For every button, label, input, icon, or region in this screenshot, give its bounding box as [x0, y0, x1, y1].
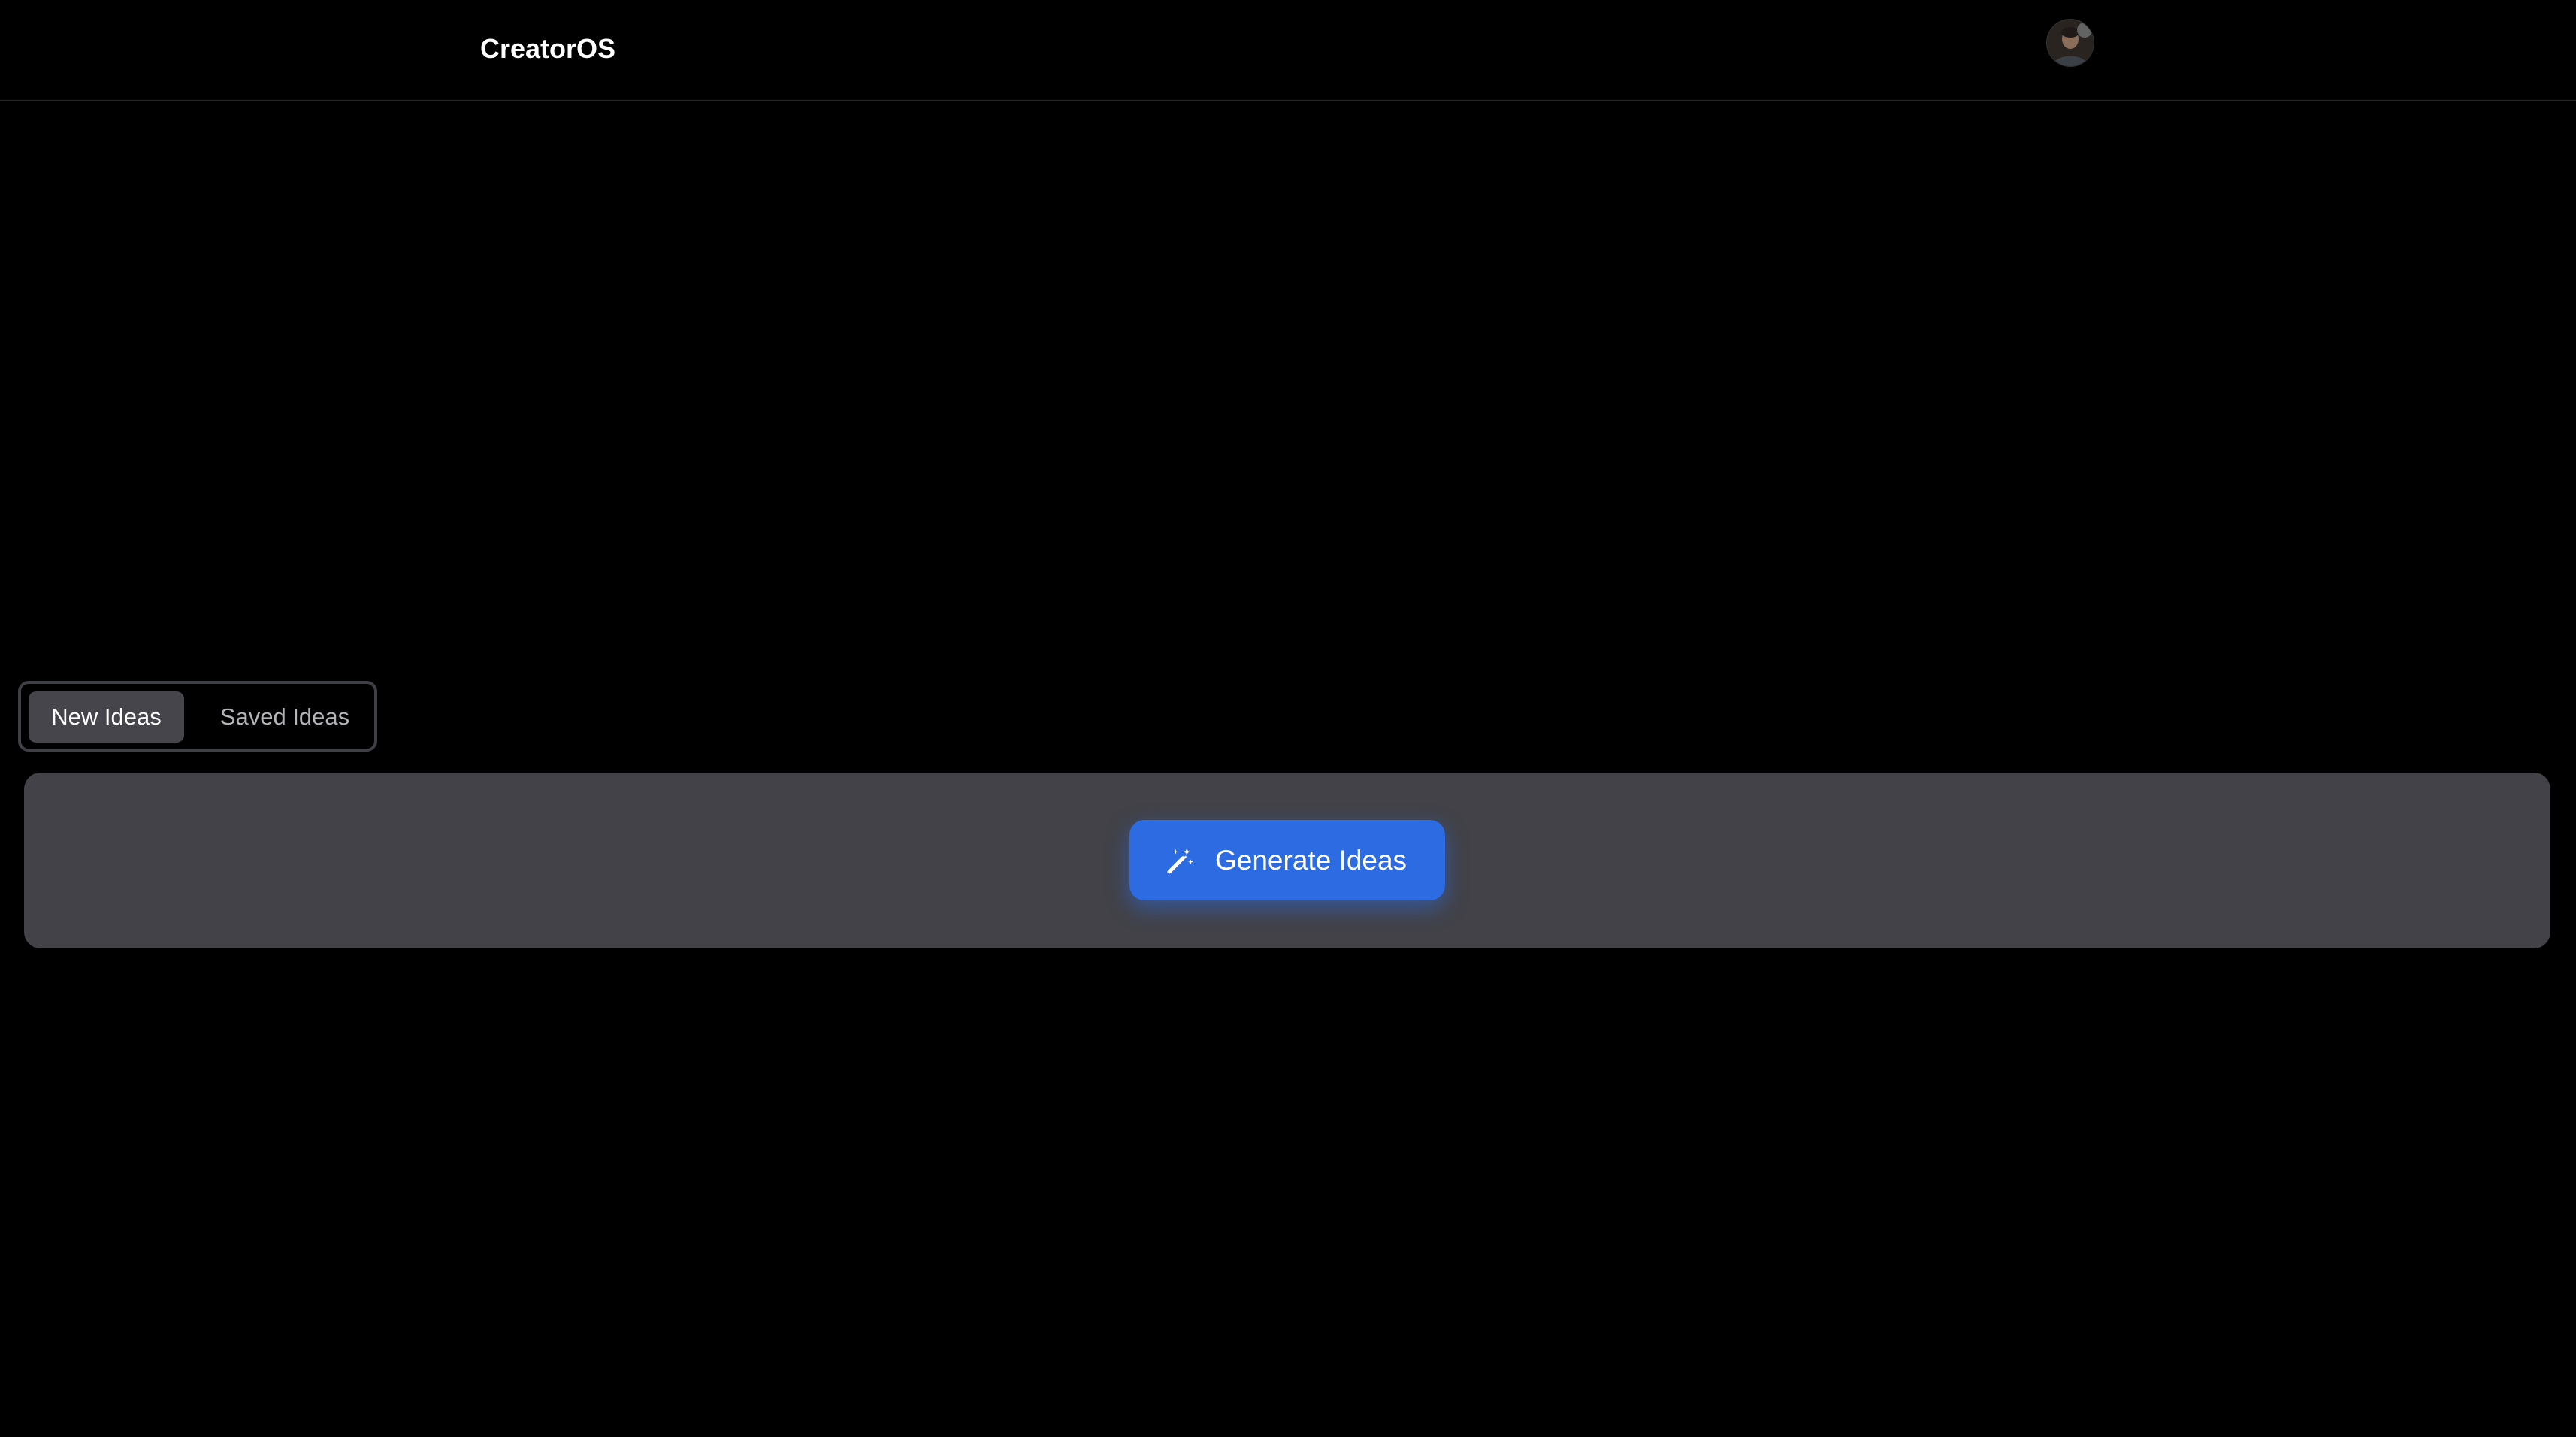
magic-wand-icon — [1166, 846, 1196, 876]
tab-saved-ideas[interactable]: Saved Ideas — [206, 691, 364, 743]
ideas-tab-switcher: New Ideas Saved Ideas — [18, 681, 377, 752]
user-avatar-icon[interactable] — [2047, 20, 2094, 66]
generate-ideas-button[interactable]: Generate Ideas — [1129, 820, 1445, 900]
app-brand[interactable]: CreatorOS — [480, 33, 615, 65]
generate-ideas-label: Generate Ideas — [1215, 845, 1407, 876]
top-header: CreatorOS — [0, 0, 2576, 101]
tab-new-ideas[interactable]: New Ideas — [29, 691, 184, 743]
